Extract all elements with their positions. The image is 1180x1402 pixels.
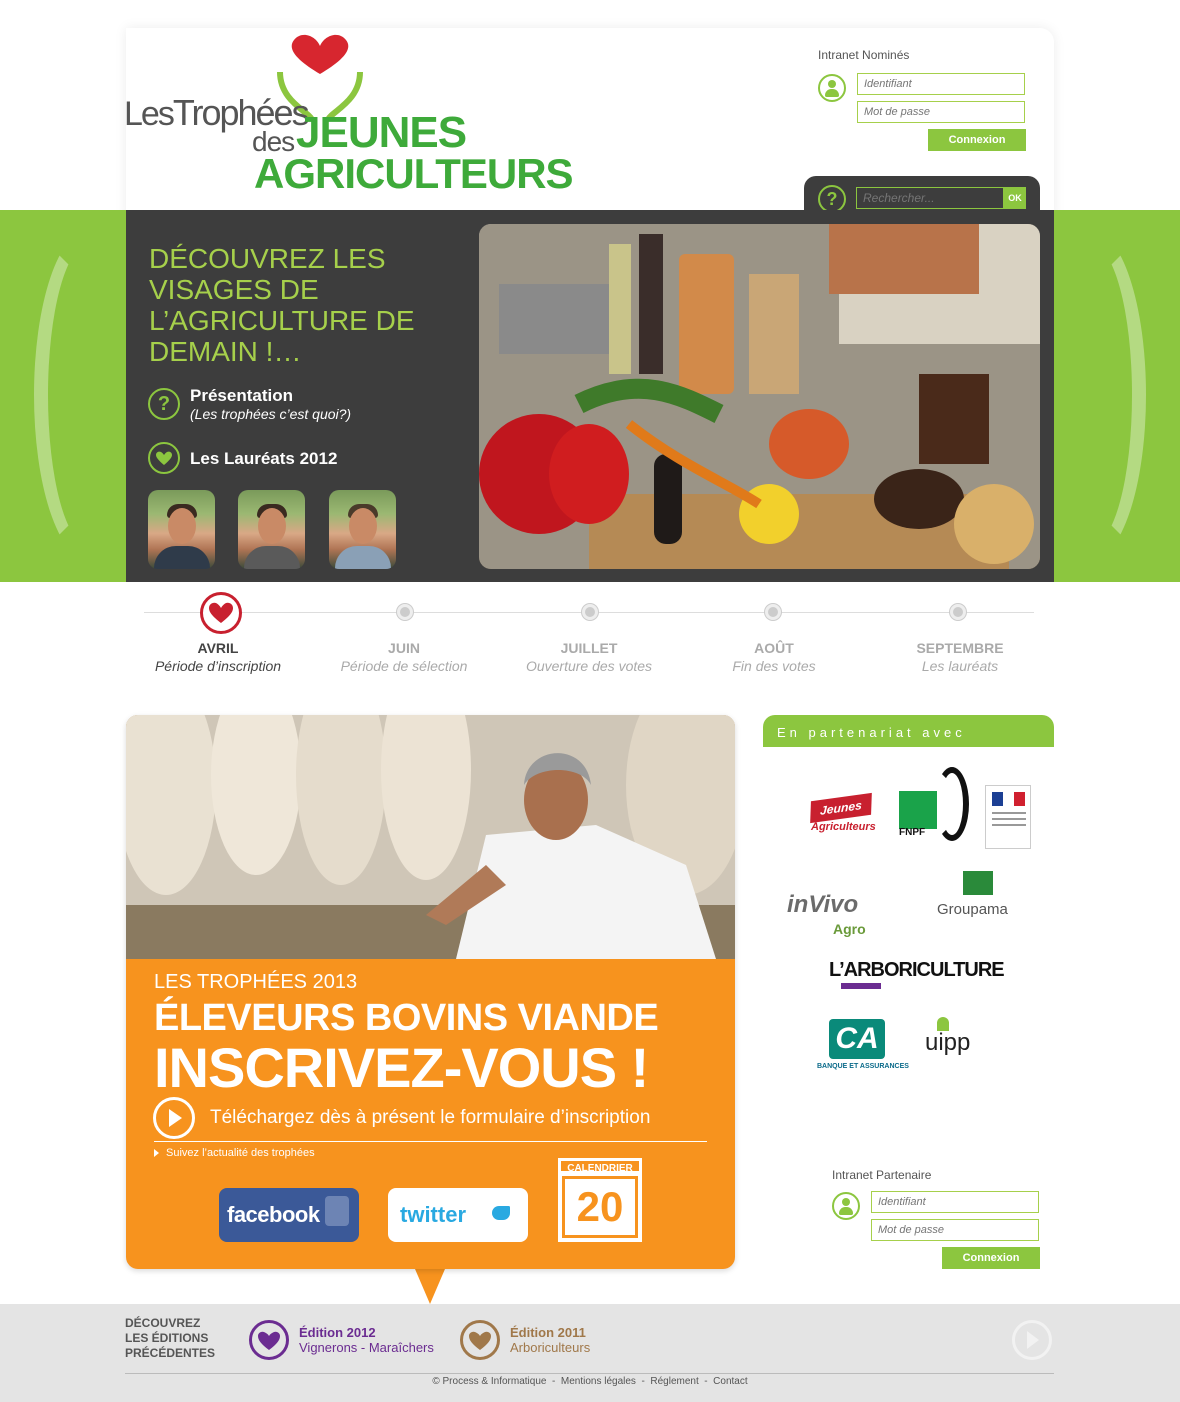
agro-logo-text: Agro: [833, 921, 866, 937]
footer-title-line: DÉCOUVREZ: [125, 1316, 201, 1330]
facebook-button[interactable]: facebook: [219, 1188, 359, 1242]
partner-password-input[interactable]: [871, 1219, 1039, 1241]
timeline-dot-icon[interactable]: [582, 604, 598, 620]
promo-cta-headline[interactable]: INSCRIVEZ-VOUS !: [154, 1035, 649, 1100]
invivo-logo-text: inVivo: [787, 891, 859, 918]
partner-connexion-button[interactable]: Connexion: [942, 1247, 1040, 1269]
timeline-desc: Les lauréats: [921, 658, 999, 674]
arboriculture-logo-text: L’ARBORICULTURE: [829, 959, 1005, 981]
twitter-button[interactable]: twitter: [388, 1188, 528, 1242]
next-triangle-icon: [1027, 1331, 1039, 1349]
calendar-label: CALENDRIER: [558, 1158, 642, 1174]
thumbs-up-icon: [325, 1196, 349, 1226]
edition-2011-heart-icon[interactable]: [460, 1320, 500, 1360]
user-icon: [832, 1192, 860, 1220]
user-icon: [818, 74, 846, 102]
ca-sub-text: BANQUE ET ASSURANCES: [817, 1063, 909, 1070]
footer-title-line: PRÉCÉDENTES: [125, 1346, 216, 1360]
uipp-logo[interactable]: uipp: [925, 1017, 995, 1075]
timeline-desc: Fin des votes: [732, 658, 816, 674]
intranet-nominees-title: Intranet Nominés: [818, 48, 910, 62]
promo-headline: ÉLEVEURS BOVINS VIANDE: [154, 997, 659, 1039]
calendar-day: 20: [562, 1176, 638, 1238]
footer-links[interactable]: © Process & Informatique - Mentions léga…: [0, 1376, 1180, 1387]
timeline-dot-icon[interactable]: [765, 604, 781, 620]
nominees-identifiant-input[interactable]: [857, 73, 1025, 95]
logo-les-text: Les: [124, 95, 175, 133]
timeline-month: AVRIL: [197, 640, 239, 656]
footer-divider: [125, 1373, 1054, 1374]
presentation-link[interactable]: Présentation: [190, 386, 293, 406]
timeline-desc: Ouverture des votes: [525, 658, 653, 674]
invivo-logo[interactable]: inVivo Agro: [787, 891, 907, 941]
partners-title: En partenariat avec: [763, 715, 1054, 747]
fnpf-logo-text: FNPF: [899, 827, 926, 838]
hero-food-photo: [479, 224, 1040, 569]
timeline-desc: Période de sélection: [340, 658, 468, 674]
bird-icon: [492, 1206, 510, 1220]
search-ok-button[interactable]: OK: [1004, 187, 1026, 209]
edition-2012-subtitle[interactable]: Vignerons - Maraîchers: [299, 1340, 434, 1355]
arboriculture-logo[interactable]: L’ARBORICULTURE: [829, 959, 1005, 995]
help-icon[interactable]: ?: [818, 185, 846, 213]
nominees-connexion-button[interactable]: Connexion: [928, 129, 1026, 151]
intranet-nominees: Intranet Nominés Connexion: [818, 48, 1038, 151]
laureat-portrait[interactable]: [329, 490, 396, 569]
site-logo[interactable]: LesTrophées des JEUNES AGRICULTEURS: [122, 32, 574, 197]
heart-icon: [148, 442, 180, 474]
agriculteurs-logo-text: Agriculteurs: [811, 821, 876, 833]
laureat-portrait[interactable]: [148, 490, 215, 569]
promo-card: LES TROPHÉES 2013 ÉLEVEURS BOVINS VIANDE…: [126, 715, 735, 1269]
timeline-month: AOÛT: [754, 640, 794, 656]
partner-identifiant-input[interactable]: [871, 1191, 1039, 1213]
intranet-partner-title: Intranet Partenaire: [832, 1168, 932, 1182]
edition-2012-heart-icon[interactable]: [249, 1320, 289, 1360]
timeline-month: SEPTEMBRE: [916, 640, 1004, 656]
search-input[interactable]: [856, 187, 1004, 209]
timeline-current-heart-icon[interactable]: [200, 592, 242, 634]
footer-editions-title: DÉCOUVREZ LES ÉDITIONS PRÉCÉDENTES: [125, 1316, 215, 1361]
edition-2012-link[interactable]: Édition 2012: [299, 1325, 376, 1340]
play-triangle-icon: [169, 1109, 182, 1127]
download-form-link[interactable]: Téléchargez dès à présent le formulaire …: [210, 1107, 650, 1129]
arrow-right-icon: [154, 1149, 159, 1157]
presentation-subtitle[interactable]: (Les trophées c’est quoi?): [190, 406, 351, 422]
uipp-logo-text: uipp: [925, 1029, 971, 1056]
cattle-illustration: [126, 715, 735, 959]
promo-year: LES TROPHÉES 2013: [154, 971, 358, 993]
fnpf-logo[interactable]: FNPF: [899, 767, 971, 843]
timeline-month: JUILLET: [560, 640, 618, 656]
groupama-logo[interactable]: Groupama: [935, 871, 1025, 931]
nominees-password-input[interactable]: [857, 101, 1025, 123]
twitter-label: twitter: [400, 1202, 466, 1227]
laureat-portrait[interactable]: [238, 490, 305, 569]
logo-agriculteurs: AGRICULTEURS: [254, 150, 574, 197]
facebook-label: facebook: [227, 1202, 320, 1227]
food-illustration: [479, 224, 1040, 569]
laureats-2012-link[interactable]: Les Lauréats 2012: [190, 449, 337, 469]
groupama-logo-text: Groupama: [937, 901, 1008, 918]
hero-title: DÉCOUVREZ LES VISAGES DE L’AGRICULTURE D…: [149, 243, 415, 367]
page: LesTrophées des JEUNES AGRICULTEURS Intr…: [0, 0, 1180, 1402]
intranet-partenaire: Intranet Partenaire Connexion: [832, 1168, 1052, 1269]
partners-panel: En partenariat avec Jeunes Agriculteurs …: [763, 715, 1054, 1075]
timeline-dot-icon[interactable]: [950, 604, 966, 620]
ministere-logo[interactable]: [985, 785, 1031, 849]
timeline-desc: Période d’inscription: [154, 658, 282, 674]
timeline-dot-icon[interactable]: [397, 604, 413, 620]
edition-2011-subtitle[interactable]: Arboriculteurs: [510, 1340, 590, 1355]
footer-title-line: LES ÉDITIONS: [125, 1331, 209, 1345]
follow-news-link[interactable]: Suivez l’actualité des trophées: [166, 1147, 315, 1159]
jeunes-agriculteurs-logo[interactable]: Jeunes Agriculteurs: [805, 792, 879, 841]
question-icon: ?: [148, 388, 180, 420]
edition-2011-link[interactable]: Édition 2011: [510, 1325, 586, 1340]
divider: [154, 1141, 707, 1142]
calendar-widget[interactable]: CALENDRIER 20: [558, 1158, 642, 1242]
timeline-month: JUIN: [388, 640, 420, 656]
jeunes-logo-text: Jeunes: [810, 792, 872, 824]
ca-logo-text: CA: [829, 1019, 885, 1059]
farmer-cattle-photo: [126, 715, 735, 959]
credit-agricole-logo[interactable]: CA BANQUE ET ASSURANCES: [815, 1019, 911, 1075]
